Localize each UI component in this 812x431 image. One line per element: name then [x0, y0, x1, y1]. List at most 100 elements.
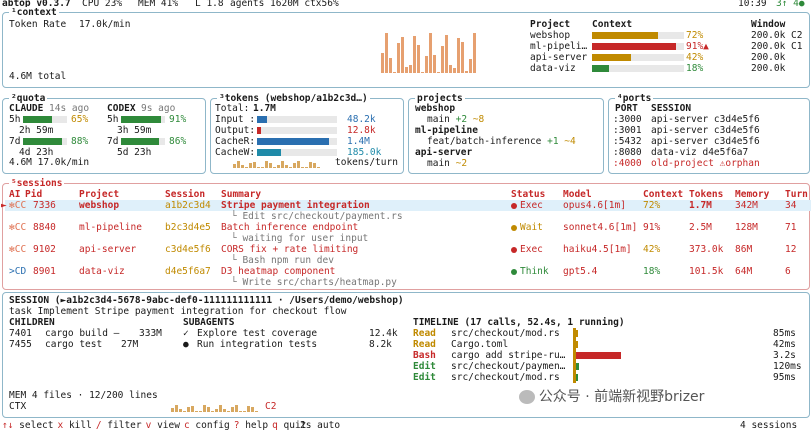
- session-subtask: └ waiting for user input: [231, 233, 369, 244]
- session-context: 42%: [643, 244, 661, 255]
- quota-panel[interactable]: ²quota CLAUDE 14s ago CODEX 9s ago 5h 65%…: [2, 93, 206, 174]
- footer-key-item[interactable]: c config: [184, 420, 230, 431]
- context-row-project[interactable]: ml-pipeli…: [530, 41, 587, 52]
- session-row[interactable]: >CD 8901 data-viz d4e5f6a7 D3 heatmap compon…: [3, 266, 809, 288]
- port-number[interactable]: :8080: [613, 147, 642, 158]
- spark-bar: [317, 167, 320, 168]
- tokens-row-label: Output:: [215, 125, 256, 136]
- context-row-bar-fill: [592, 65, 609, 72]
- port-number[interactable]: :3000: [613, 114, 642, 125]
- projects-panel[interactable]: projects webshop main +2 ~8 ml-pipeline fea…: [408, 93, 604, 174]
- timeline-duration: 85ms: [773, 328, 796, 339]
- quota-codex-7d-bar: [121, 138, 165, 145]
- spark-bar: [265, 161, 268, 168]
- spark-bar: [433, 55, 436, 73]
- sessions-panel[interactable]: ⁵sessions AI Pid Project Session Summary Stat…: [1, 178, 811, 290]
- quota-claude-5h-reset: 2h 59m: [19, 125, 54, 136]
- ports-header-session: SESSION: [651, 103, 692, 114]
- timeline-tool: Bash: [413, 350, 436, 361]
- session-row[interactable]: ► ✻CC 7336 webshop a1b2c3d4 Stripe payment in…: [1, 200, 809, 222]
- tokens-row-value: 48.2k: [347, 114, 376, 125]
- context-row-project[interactable]: data-viz: [530, 63, 576, 74]
- ports-panel[interactable]: ⁴ports PORT SESSION :3000 api-server c3d4…: [608, 93, 810, 174]
- status-dot-icon: [511, 224, 517, 231]
- quota-codex-7d-reset: 5d 23h: [117, 147, 152, 158]
- spark-bar: [453, 68, 456, 73]
- spark-bar: [297, 161, 300, 168]
- session-status-label: Wait: [520, 222, 543, 233]
- footer-key-label: config: [189, 420, 230, 431]
- timeline-bar: [576, 330, 578, 337]
- spark-bar: [219, 405, 222, 412]
- session-status-label: Exec: [520, 200, 543, 211]
- context-row-project[interactable]: api-server: [530, 52, 587, 63]
- session-memory: 342M: [735, 200, 758, 211]
- context-panel[interactable]: ¹context Token Rate 17.0k/min 4.6M total…: [2, 7, 810, 88]
- timeline-tool: Read: [413, 339, 436, 350]
- session-detail-panel[interactable]: SESSION (►a1b2c3d4-5678-9abc-def0-111111…: [2, 292, 810, 418]
- sessions-header-status: Status: [511, 189, 546, 200]
- sessions-header-memory: Memory: [735, 189, 770, 200]
- footer-key-item[interactable]: x kill: [58, 420, 92, 431]
- claude-ago: 14s ago: [49, 103, 90, 114]
- project-name[interactable]: api-server: [415, 147, 472, 158]
- footer-key-item[interactable]: / filter: [96, 420, 142, 431]
- spark-bar: [233, 164, 236, 168]
- context-row-bar-fill: [592, 32, 658, 39]
- subagent-label[interactable]: Run integration tests: [197, 339, 317, 350]
- detail-task: task Implement Stripe payment integratio…: [9, 306, 347, 317]
- context-header-context: Context: [592, 19, 633, 30]
- token-rate-value: 17.0k/min: [79, 19, 131, 30]
- port-number[interactable]: :5432: [613, 136, 642, 147]
- project-branch: main: [427, 158, 456, 169]
- spark-bar: [247, 406, 250, 412]
- port-session: api-server c3d4e5f6: [651, 136, 760, 147]
- timeline-duration: 120ms: [773, 361, 802, 372]
- load-stat: L 1.8: [195, 0, 224, 9]
- child-pid[interactable]: 7455: [9, 339, 32, 350]
- quota-claude-7d-bar-fill: [23, 138, 62, 145]
- quota-codex-5h-bar-fill: [121, 116, 161, 123]
- subagent-label[interactable]: Explore test coverage: [197, 328, 317, 339]
- subagent-mark: ●: [183, 339, 189, 350]
- tokens-panel[interactable]: ³tokens (webshop/a1b2c3d…) Total: 1.7M I…: [210, 93, 404, 174]
- session-model: sonnet4.6[1m]: [563, 222, 638, 233]
- project-name[interactable]: ml-pipeline: [415, 125, 478, 136]
- spark-bar: [457, 38, 460, 73]
- spark-bar: [281, 161, 284, 168]
- session-context: 18%: [643, 266, 661, 277]
- spark-bar: [223, 409, 226, 412]
- context-row-bar: [592, 54, 684, 61]
- quota-claude-5h: 5h: [9, 114, 21, 125]
- context-row-bar-fill: [592, 54, 631, 61]
- spark-bar: [301, 167, 304, 168]
- watermark: 公众号 · 前端新视野brizer: [501, 379, 704, 415]
- spark-bar: [207, 407, 210, 412]
- context-row-window: 200.0k: [751, 63, 786, 74]
- footer-key-item[interactable]: ? help: [234, 420, 268, 431]
- timeline-target: src/checkout/paymen…: [451, 361, 566, 372]
- spark-bar: [393, 72, 396, 73]
- spark-bar: [211, 411, 214, 412]
- spark-bar: [313, 163, 316, 168]
- port-session: old-project ⚠orphan: [651, 158, 760, 169]
- port-number[interactable]: :4000: [613, 158, 642, 169]
- session-row[interactable]: ✻CC 8840 ml-pipeline b2c3d4e5 Batch inferenc…: [3, 222, 809, 244]
- footer-key-item[interactable]: ↑↓ select: [2, 420, 54, 431]
- spark-bar: [305, 167, 308, 168]
- project-added: +2: [455, 114, 473, 125]
- clock: 10:39: [738, 0, 767, 9]
- spark-bar: [255, 411, 258, 412]
- session-turn: 6: [785, 266, 791, 277]
- context-row-project[interactable]: webshop: [530, 30, 570, 41]
- footer-key-item[interactable]: v view: [146, 420, 180, 431]
- ctx-sparkline: [171, 401, 259, 412]
- port-number[interactable]: :3001: [613, 125, 642, 136]
- child-pid[interactable]: 7401: [9, 328, 32, 339]
- subagent-mark: ✓: [183, 328, 189, 339]
- project-name[interactable]: webshop: [415, 103, 455, 114]
- indicators: 3↑ 4●: [776, 0, 805, 9]
- footer-key-label: help: [239, 420, 269, 431]
- timeline-tool: Edit: [413, 372, 436, 383]
- session-row[interactable]: ✻CC 9102 api-server c3d4e5f6 CORS fix + rate…: [3, 244, 809, 266]
